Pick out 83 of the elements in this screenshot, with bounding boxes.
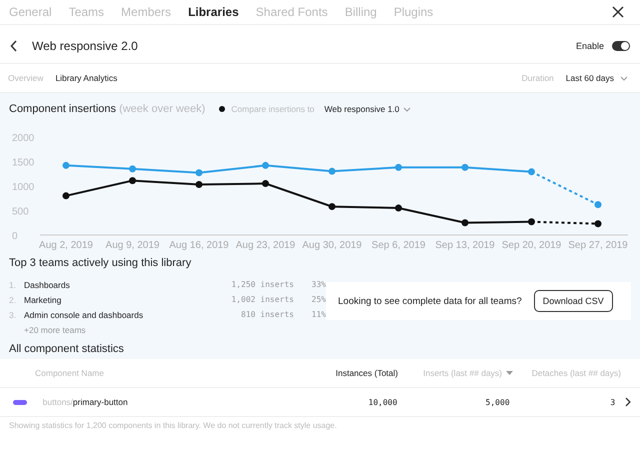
back-icon[interactable]	[10, 40, 18, 52]
data-point	[528, 218, 535, 226]
data-point	[462, 164, 468, 171]
rank-number: 1.	[9, 280, 18, 290]
caret-icon	[620, 76, 628, 80]
team-name: Dashboards	[24, 280, 71, 290]
compare-dropdown[interactable]: Web responsive 1.0	[324, 104, 412, 114]
data-point	[262, 162, 269, 169]
y-tick-label: 0	[12, 231, 18, 242]
data-point	[594, 201, 602, 208]
more-teams-link[interactable]: +20 more teams	[9, 322, 326, 335]
settings-tab[interactable]: Members	[121, 5, 172, 19]
library-title: Web responsive 2.0	[32, 39, 138, 53]
column-header[interactable]: Detaches (last ## days)	[513, 368, 621, 378]
subnav-tab[interactable]: Overview	[8, 73, 44, 83]
rank-number: 2.	[9, 294, 18, 304]
enable-toggle[interactable]	[612, 41, 630, 51]
insert-share: 33%	[310, 280, 326, 289]
duration-label: Duration	[522, 73, 554, 83]
data-point	[129, 177, 136, 184]
chevron-right-icon[interactable]	[625, 397, 631, 407]
x-tick-label: Aug 16, 2019	[169, 240, 229, 251]
data-point	[196, 181, 202, 188]
table-cell-text: 10,000	[367, 398, 398, 406]
sort-icon	[506, 371, 513, 375]
y-tick-label: 1500	[12, 158, 34, 168]
column-header[interactable]: Inserts (last ## days)	[398, 368, 513, 378]
insert-share: 11%	[310, 310, 326, 319]
y-tick-label: 500	[12, 206, 29, 218]
x-tick-label: Aug 2, 2019	[39, 240, 93, 251]
x-tick-label: Aug 9, 2019	[106, 240, 160, 251]
data-point	[528, 168, 535, 176]
x-tick-label: Sep 6, 2019	[372, 240, 426, 251]
caret-icon	[403, 106, 412, 112]
data-point	[328, 203, 336, 210]
settings-tab[interactable]: Plugins	[394, 5, 434, 19]
data-point	[395, 204, 402, 212]
download-csv-button[interactable]: Download CSV	[534, 290, 613, 312]
team-name: Marketing	[24, 294, 62, 304]
y-tick-label: 1000	[12, 182, 34, 193]
data-point	[196, 169, 202, 176]
data-point	[462, 219, 468, 226]
data-point	[62, 162, 70, 169]
enable-label: Enable	[576, 41, 604, 51]
section-title: Component insertions (week over week)	[9, 103, 206, 115]
settings-tab[interactable]: Teams	[68, 5, 104, 19]
rank-number: 3.	[9, 310, 18, 320]
subnav-tab[interactable]: Library Analytics	[55, 73, 118, 83]
x-tick-label: Aug 23, 2019	[236, 240, 296, 251]
data-point	[594, 220, 602, 228]
x-tick-label: Aug 30, 2019	[302, 240, 362, 251]
settings-tab[interactable]: General	[9, 5, 52, 19]
data-point	[395, 164, 402, 171]
insert-share: 25%	[310, 295, 326, 304]
section-title: All component statistics	[8, 342, 125, 357]
section-title: Top 3 teams actively using this library	[8, 256, 192, 269]
duration-dropdown[interactable]: Last 60 days	[566, 73, 628, 83]
insert-count: 1,002 inserts	[230, 295, 294, 304]
insert-count: 810 inserts	[240, 310, 294, 319]
data-point	[62, 192, 70, 200]
component-name: buttons/primary-button	[42, 397, 129, 407]
legend-dot-icon	[219, 106, 226, 112]
cta-text: Looking to see complete data for all teams?	[338, 296, 522, 306]
x-tick-label: Sep 27, 2019	[568, 240, 628, 251]
settings-tab[interactable]: Shared Fonts	[256, 5, 328, 19]
table-cell-text: 3	[609, 398, 616, 406]
y-tick-label: 2000	[12, 133, 34, 144]
data-point	[262, 180, 269, 188]
component-icon	[13, 400, 27, 404]
compare-label: Compare insertions to	[231, 104, 314, 114]
close-icon[interactable]	[612, 6, 624, 18]
insert-count: 1,250 inserts	[230, 280, 294, 289]
x-tick-label: Sep 20, 2019	[502, 240, 562, 251]
column-header[interactable]: Instances (Total)	[303, 368, 398, 378]
settings-tab[interactable]: Billing	[344, 5, 377, 19]
team-name: Admin console and dashboards	[24, 310, 144, 320]
footer-note: Showing statistics for 1,200 components in this library. We do not currently track style usage.	[8, 420, 338, 432]
column-header: Component Name	[34, 368, 105, 378]
data-point	[129, 165, 136, 172]
data-point	[328, 168, 336, 175]
x-tick-label: Sep 13, 2019	[435, 240, 495, 251]
table-cell-text: 5,000	[484, 398, 510, 406]
settings-tab[interactable]: Libraries	[188, 5, 239, 19]
